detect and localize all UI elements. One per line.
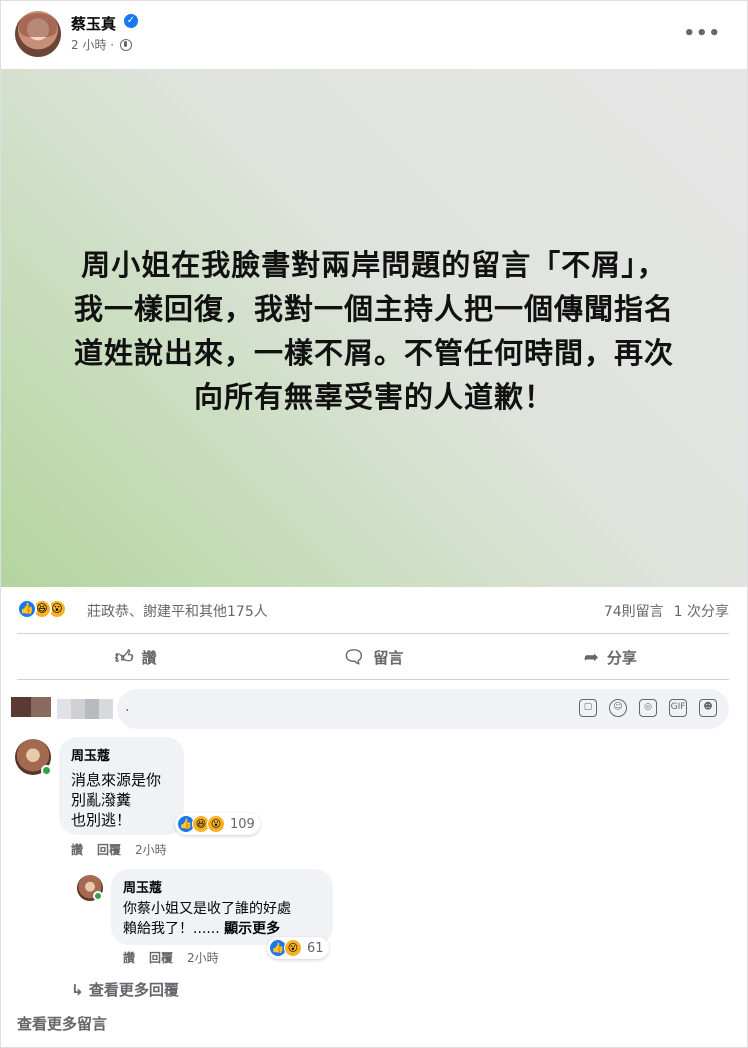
like-icon: 👍︎: [114, 647, 134, 668]
comment-input[interactable]: . ▢ ☺ ◎ GIF ☻: [117, 689, 729, 729]
comment-icon: 🗨︎: [342, 646, 366, 668]
more-icon[interactable]: •••: [683, 23, 721, 44]
more-comments-link[interactable]: 查看更多留言: [17, 1013, 107, 1034]
share-label: 分享: [606, 648, 637, 667]
reply-author[interactable]: 周玉蔻: [123, 877, 321, 896]
reaction-summary: 👍 😆 😮 莊政恭、謝建平和其他175人 74則留言 1 次分享: [1, 595, 747, 625]
post-meta: 2 小時 ·: [71, 36, 132, 53]
wow-reaction-icon: 😮: [207, 815, 225, 833]
reply-actions: 讚回覆 2小時: [123, 949, 219, 966]
online-indicator: [41, 765, 52, 776]
viewer-avatar[interactable]: [11, 697, 51, 717]
comment-reactions[interactable]: 👍 😆 😮 109: [175, 813, 260, 835]
wow-reaction-icon: 😮: [284, 939, 302, 957]
author-avatar[interactable]: [15, 11, 61, 57]
comment-bubble: 周玉蔻 消息來源是你 別亂潑糞 也別逃！: [59, 737, 184, 835]
comment-text: 消息來源是你 別亂潑糞 也別逃！: [71, 771, 162, 829]
author-name[interactable]: 蔡玉真: [71, 13, 116, 34]
share-icon: ➦: [583, 646, 599, 668]
comment-reply-link[interactable]: 回覆: [97, 843, 121, 857]
divider: [17, 679, 729, 680]
avatar-icon[interactable]: ☻: [699, 699, 717, 717]
like-label: 讚: [141, 648, 157, 667]
more-replies-label: 查看更多回覆: [88, 981, 179, 999]
reply-reactions[interactable]: 👍 😮 61: [267, 937, 329, 959]
camera-icon[interactable]: ◎: [639, 699, 657, 717]
comment-time[interactable]: 2小時: [135, 843, 167, 857]
verified-icon: ✓: [124, 14, 138, 28]
blurred-name: [57, 699, 113, 719]
comment-reaction-count: 109: [230, 816, 255, 832]
sticker-icon[interactable]: ▢: [579, 699, 597, 717]
post-card: 蔡玉真 ✓ 2 小時 · ••• 周小姐在我臉書對兩岸問題的留言「不屑」， 我一…: [0, 0, 748, 1048]
post-header: 蔡玉真 ✓ 2 小時 · •••: [1, 1, 747, 69]
engagement-counts: 74則留言 1 次分享: [604, 601, 729, 621]
reply-text: 你蔡小姐又是收了誰的好處 賴給我了！...... 顯示更多: [123, 899, 321, 939]
like-button[interactable]: 👍︎ 讚: [17, 637, 254, 677]
see-more-link[interactable]: 顯示更多: [224, 921, 280, 937]
comment-author[interactable]: 周玉蔻: [71, 745, 172, 764]
emoji-icon[interactable]: ☺: [609, 699, 627, 717]
divider: [17, 633, 729, 634]
comment-input-text: .: [125, 699, 130, 715]
share-count[interactable]: 1 次分享: [674, 604, 729, 620]
post-time[interactable]: 2 小時 ·: [71, 38, 114, 52]
comment-like-link[interactable]: 讚: [71, 843, 83, 857]
reply-bubble: 周玉蔻 你蔡小姐又是收了誰的好處 賴給我了！...... 顯示更多: [111, 869, 333, 945]
reply-reaction-count: 61: [307, 940, 324, 956]
gif-icon[interactable]: GIF: [669, 699, 687, 717]
action-bar: 👍︎ 讚 🗨︎ 留言 ➦ 分享: [17, 637, 729, 677]
post-image[interactable]: 周小姐在我臉書對兩岸問題的留言「不屑」， 我一樣回復，我對一個主持人把一個傳聞指…: [1, 69, 747, 587]
globe-icon: [119, 39, 132, 51]
reply-like-link[interactable]: 讚: [123, 951, 135, 965]
share-button[interactable]: ➦ 分享: [492, 637, 729, 677]
like-reaction-icon: 👍: [17, 599, 37, 619]
post-image-text: 周小姐在我臉書對兩岸問題的留言「不屑」， 我一樣回復，我對一個主持人把一個傳聞指…: [73, 248, 674, 414]
reactors-text[interactable]: 莊政恭、謝建平和其他175人: [87, 601, 268, 621]
comment-count[interactable]: 74則留言: [604, 604, 664, 620]
online-indicator: [93, 891, 103, 901]
reply-arrow-icon: ↳: [71, 981, 84, 999]
composer-icons: ▢ ☺ ◎ GIF ☻: [579, 699, 717, 717]
reply-time[interactable]: 2小時: [187, 951, 219, 965]
comment-label: 留言: [373, 648, 404, 667]
more-replies-link[interactable]: ↳ 查看更多回覆: [71, 979, 179, 1000]
reply-reply-link[interactable]: 回覆: [149, 951, 173, 965]
comment-button[interactable]: 🗨︎ 留言: [254, 637, 491, 677]
comment-actions: 讚回覆 2小時: [71, 841, 167, 858]
